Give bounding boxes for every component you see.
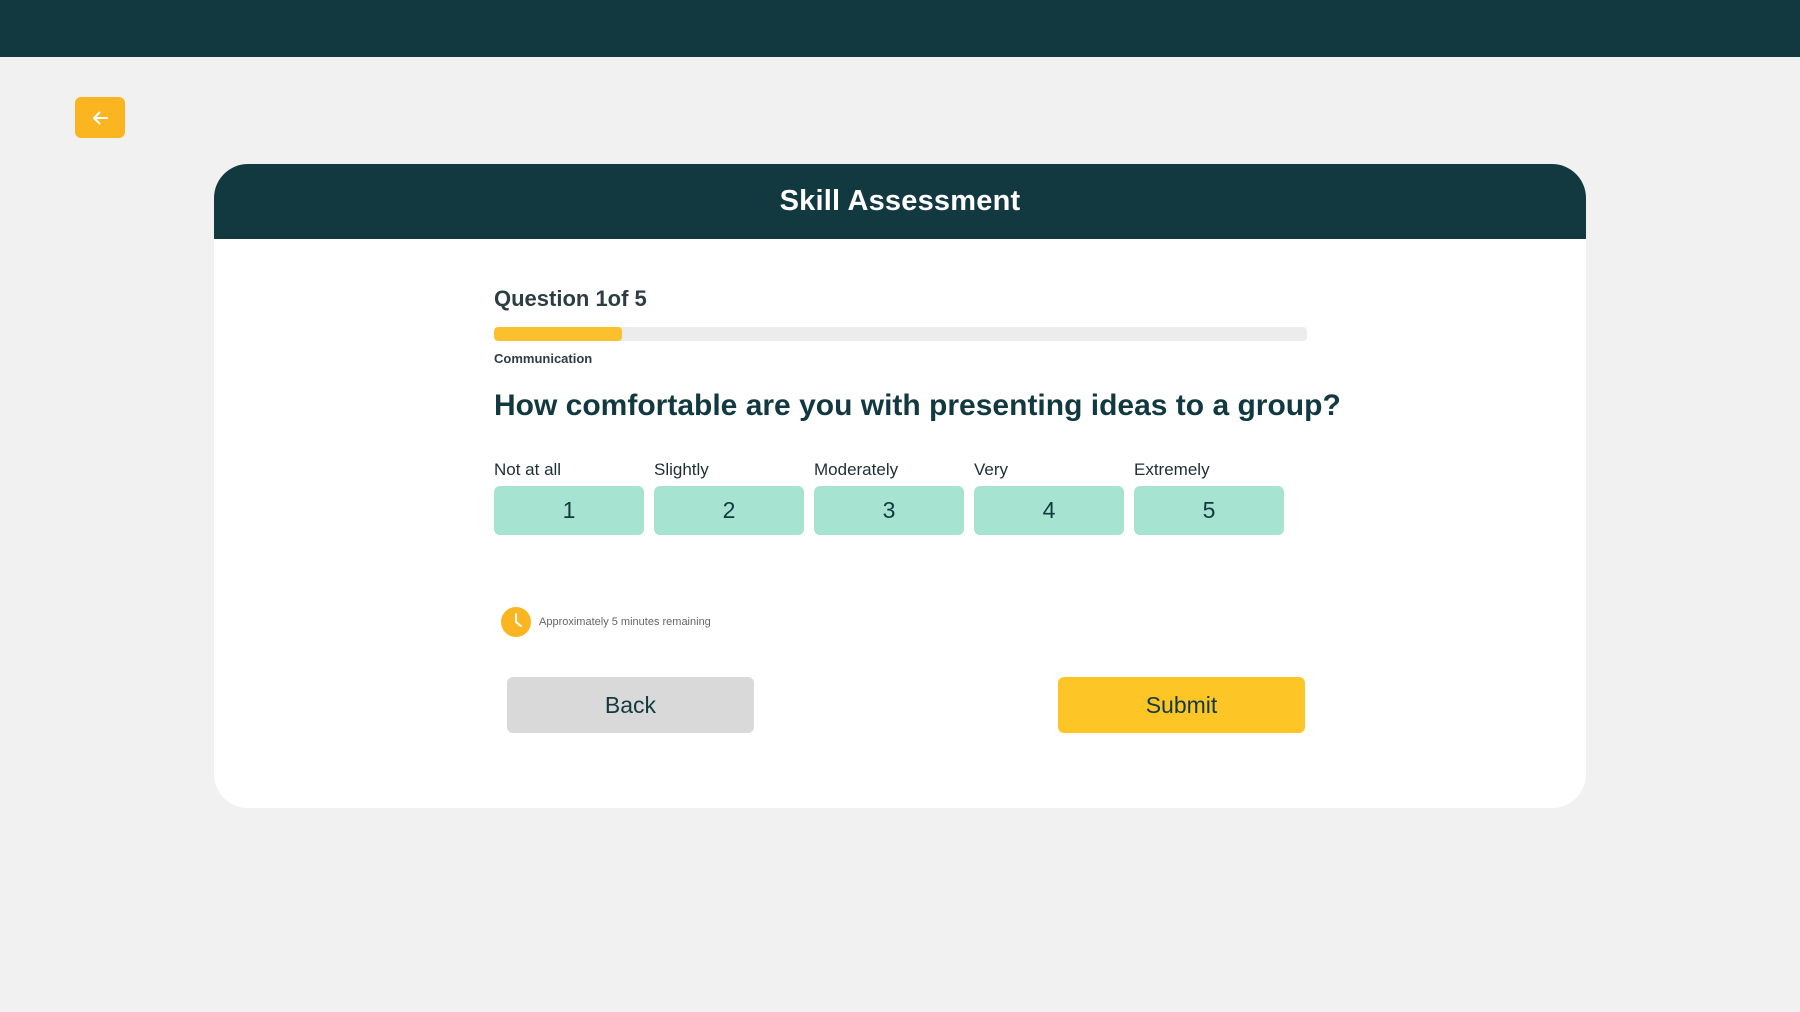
question-category: Communication: [494, 351, 593, 366]
rating-button-2[interactable]: 2: [654, 486, 804, 535]
scale-option-label: Very: [974, 460, 1009, 479]
top-bar: [0, 0, 1800, 57]
arrow-left-icon: [91, 110, 109, 126]
assessment-card: Skill Assessment Question 1of 5 Communic…: [214, 164, 1586, 808]
scale-option: Extremely 5: [1134, 460, 1284, 535]
scale-option: Slightly 2: [654, 460, 804, 535]
question-counter: Question 1of 5: [494, 286, 647, 311]
time-remaining-text: Approximately 5 minutes remaining: [539, 616, 711, 628]
scale-option-label: Extremely: [1134, 460, 1210, 479]
rating-button-5[interactable]: 5: [1134, 486, 1284, 535]
scale-option-label: Not at all: [494, 460, 562, 479]
scale-option-label: Moderately: [814, 460, 899, 479]
question-content: Question 1of 5 Communication How comfort…: [494, 164, 1341, 808]
scale-option: Very 4: [974, 460, 1124, 535]
rating-button-1[interactable]: 1: [494, 486, 644, 535]
question-text: How comfortable are you with presenting …: [494, 389, 1341, 422]
nav-back-button[interactable]: [75, 97, 125, 138]
scale-option: Moderately 3: [814, 460, 964, 535]
rating-scale: Not at all 1 Slightly 2 Moderately 3 Ver…: [494, 460, 1284, 535]
clock-icon: [501, 607, 531, 637]
time-remaining: Approximately 5 minutes remaining: [501, 607, 711, 637]
back-button[interactable]: Back: [507, 677, 754, 733]
submit-button[interactable]: Submit: [1058, 677, 1305, 733]
progress-fill: [494, 327, 622, 341]
rating-button-4[interactable]: 4: [974, 486, 1124, 535]
rating-button-3[interactable]: 3: [814, 486, 964, 535]
progress-bar: [494, 327, 1307, 341]
scale-option: Not at all 1: [494, 460, 644, 535]
scale-option-label: Slightly: [654, 460, 709, 479]
